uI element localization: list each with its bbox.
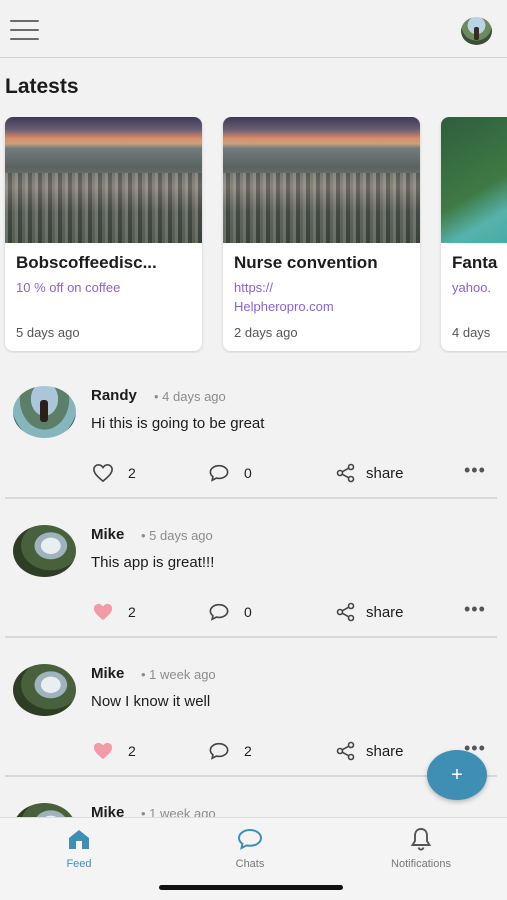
comment-icon — [209, 742, 229, 760]
latest-card[interactable]: Fanta yahoo. 4 days — [441, 117, 507, 351]
add-post-button[interactable]: + — [427, 750, 487, 800]
comment-button[interactable]: 0 — [208, 597, 252, 627]
like-button[interactable]: 2 — [92, 736, 136, 766]
share-icon — [336, 741, 355, 761]
card-date: 4 days — [452, 325, 491, 340]
card-title: Bobscoffeedisc... — [16, 253, 157, 272]
post-time: • 4 days ago — [154, 389, 226, 404]
comment-icon — [209, 464, 229, 482]
divider — [5, 497, 497, 499]
latest-card[interactable]: Nurse convention https:// Helpheropro.co… — [223, 117, 420, 351]
heart-filled-icon — [93, 742, 113, 760]
avatar[interactable] — [13, 525, 76, 577]
card-date: 5 days ago — [16, 325, 80, 340]
comment-icon — [209, 603, 229, 621]
home-icon — [69, 830, 89, 849]
hamburger-menu-icon[interactable] — [10, 20, 39, 42]
avatar[interactable] — [13, 664, 76, 716]
more-options-icon[interactable]: ••• — [464, 460, 486, 481]
heart-outline-icon — [93, 463, 113, 483]
home-indicator — [159, 885, 343, 890]
tab-feed[interactable]: Feed — [19, 822, 139, 870]
like-count: 2 — [128, 465, 136, 481]
post-text: Now I know it well — [91, 693, 211, 710]
share-label: share — [366, 603, 404, 621]
post-time: • 5 days ago — [141, 528, 213, 543]
comment-button[interactable]: 0 — [208, 458, 252, 488]
post-author[interactable]: Mike — [91, 526, 124, 543]
avatar[interactable] — [13, 386, 76, 438]
post-author[interactable]: Mike — [91, 665, 124, 682]
share-icon — [336, 463, 355, 483]
bell-icon — [410, 828, 432, 851]
latest-card[interactable]: Bobscoffeedisc... 10 % off on coffee 5 d… — [5, 117, 202, 351]
tab-label: Feed — [66, 858, 92, 870]
like-button[interactable]: 2 — [92, 597, 136, 627]
section-title-latests: Latests — [5, 75, 79, 98]
latest-carousel[interactable]: Bobscoffeedisc... 10 % off on coffee 5 d… — [0, 117, 507, 353]
card-title: Nurse convention — [234, 253, 378, 272]
comment-count: 0 — [244, 465, 252, 481]
tab-label: Chats — [235, 858, 265, 870]
comment-count: 2 — [244, 743, 252, 759]
card-link[interactable]: 10 % off on coffee — [16, 278, 196, 297]
like-count: 2 — [128, 743, 136, 759]
top-bar — [0, 0, 507, 58]
card-image — [441, 117, 507, 243]
share-button[interactable]: share — [336, 736, 404, 766]
post-actions: 2 0 share ••• — [0, 597, 507, 627]
comment-count: 0 — [244, 604, 252, 620]
post-time: • 1 week ago — [141, 667, 216, 682]
avatar[interactable] — [13, 803, 76, 817]
divider — [5, 775, 497, 777]
post-text: Hi this is going to be great — [91, 415, 265, 432]
post-author[interactable]: Randy — [91, 387, 137, 404]
share-label: share — [366, 464, 404, 482]
tab-label: Notifications — [391, 858, 451, 870]
comment-button[interactable]: 2 — [208, 736, 252, 766]
card-link[interactable]: yahoo. — [452, 278, 507, 297]
card-link[interactable]: https:// Helpheropro.com — [234, 278, 414, 316]
more-options-icon[interactable]: ••• — [464, 599, 486, 620]
card-date: 2 days ago — [234, 325, 298, 340]
post-text: This app is great!!! — [91, 554, 215, 571]
post-actions: 2 0 share ••• — [0, 458, 507, 488]
share-button[interactable]: share — [336, 597, 404, 627]
post-author[interactable]: Mike — [91, 804, 124, 817]
tab-chats[interactable]: Chats — [190, 822, 310, 870]
chat-bubble-icon — [237, 828, 263, 850]
profile-avatar[interactable] — [461, 17, 492, 45]
like-count: 2 — [128, 604, 136, 620]
share-icon — [336, 602, 355, 622]
share-button[interactable]: share — [336, 458, 404, 488]
divider — [5, 636, 497, 638]
tab-notifications[interactable]: Notifications — [361, 822, 481, 870]
like-button[interactable]: 2 — [92, 458, 136, 488]
card-image — [223, 117, 420, 243]
feed-post: Mike • 1 week ago — [0, 795, 507, 817]
heart-filled-icon — [93, 603, 113, 621]
share-label: share — [366, 742, 404, 760]
card-image — [5, 117, 202, 243]
card-title: Fanta — [452, 253, 498, 272]
post-time: • 1 week ago — [141, 806, 216, 817]
